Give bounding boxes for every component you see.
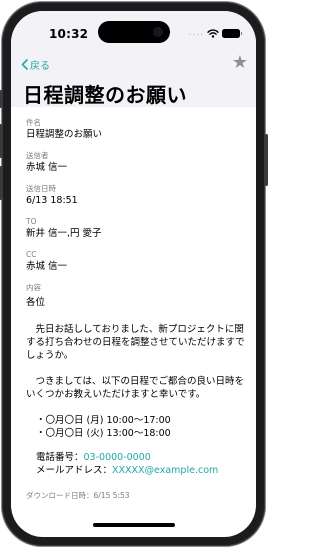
mute-switch [0,90,2,108]
body-paragraph: つきましては、以下の日程でご都合の良い日時をいくつかお教えいただけますと幸いです… [26,376,245,400]
volume-up-button [0,124,2,158]
sent-date-value: 6/13 18:51 [26,195,78,206]
subject-field: 件名 日程調整のお願い [26,117,248,141]
content-field: 内容 各位 先日お話ししておりました、新プロジェクトに関する打ち合わせの日程を調… [26,282,248,477]
field-label: 内容 [26,283,41,292]
back-label: 戻る [30,61,50,72]
to-field: TO 新井 信一,円 愛子 [26,216,248,240]
cc-value: 赤城 信一 [26,261,68,272]
sent-date-field: 送信日時 6/13 18:51 [26,183,248,207]
to-value: 新井 信一,円 愛子 [26,228,102,239]
field-label: 送信者 [26,151,49,160]
camera-icon [153,27,163,37]
star-icon[interactable]: ★ [232,54,248,72]
mail-label: メールアドレス： [36,465,113,476]
mail-detail: 件名 日程調整のお願い 送信者 赤城 信一 送信日時 6/13 18:51 TO… [26,117,248,501]
contact-info: 電話番号：03-0000-0000 メールアドレス：XXXXX@example.… [26,451,248,477]
download-info: ダウンロード日時：6/15 5:53 [26,491,130,500]
page-title: 日程調整のお願い [23,83,187,107]
battery-icon [222,28,242,38]
screen: 10:32 .... 戻る ★ 日程調整のお願い 件名 日程調整のお願い 送信者… [11,11,256,537]
signal-dots-icon: .... [188,28,204,38]
date-option: ・〇月〇日 (月) 10:00～17:00 [36,415,171,426]
date-option: ・〇月〇日 (火) 13:00～18:00 [36,428,171,439]
phone-link[interactable]: 03-0000-0000 [84,452,151,463]
power-button [265,134,268,186]
status-icons: .... [188,28,242,38]
cc-field: CC 赤城 信一 [26,249,248,273]
greeting: 各位 [26,297,46,308]
mail-row: メールアドレス：XXXXX@example.com [36,464,248,477]
volume-down-button [0,166,2,200]
field-label: CC [26,250,37,259]
field-label: 送信日時 [26,184,56,193]
sender-value: 赤城 信一 [26,162,68,173]
back-button[interactable]: 戻る [21,57,50,72]
body-paragraph: 先日お話ししておりました、新プロジェクトに関する打ち合わせの日程を調整させていた… [26,324,245,361]
field-label: 件名 [26,118,41,127]
status-time: 10:32 [49,27,89,41]
date-options: ・〇月〇日 (月) 10:00～17:00 ・〇月〇日 (火) 13:00～18… [26,414,248,440]
phone-label: 電話番号： [36,452,84,463]
dynamic-island [98,21,170,43]
home-indicator[interactable] [93,523,175,527]
mail-link[interactable]: XXXXX@example.com [112,465,218,476]
field-label: TO [26,217,37,226]
subject-value: 日程調整のお願い [26,129,103,140]
chevron-left-icon [21,59,28,70]
phone-frame: 10:32 .... 戻る ★ 日程調整のお願い 件名 日程調整のお願い 送信者… [0,2,268,546]
phone-row: 電話番号：03-0000-0000 [36,451,248,464]
message-body: 各位 先日お話ししておりました、新プロジェクトに関する打ち合わせの日程を調整させ… [26,296,248,477]
sender-field: 送信者 赤城 信一 [26,150,248,174]
wifi-icon [207,28,219,38]
